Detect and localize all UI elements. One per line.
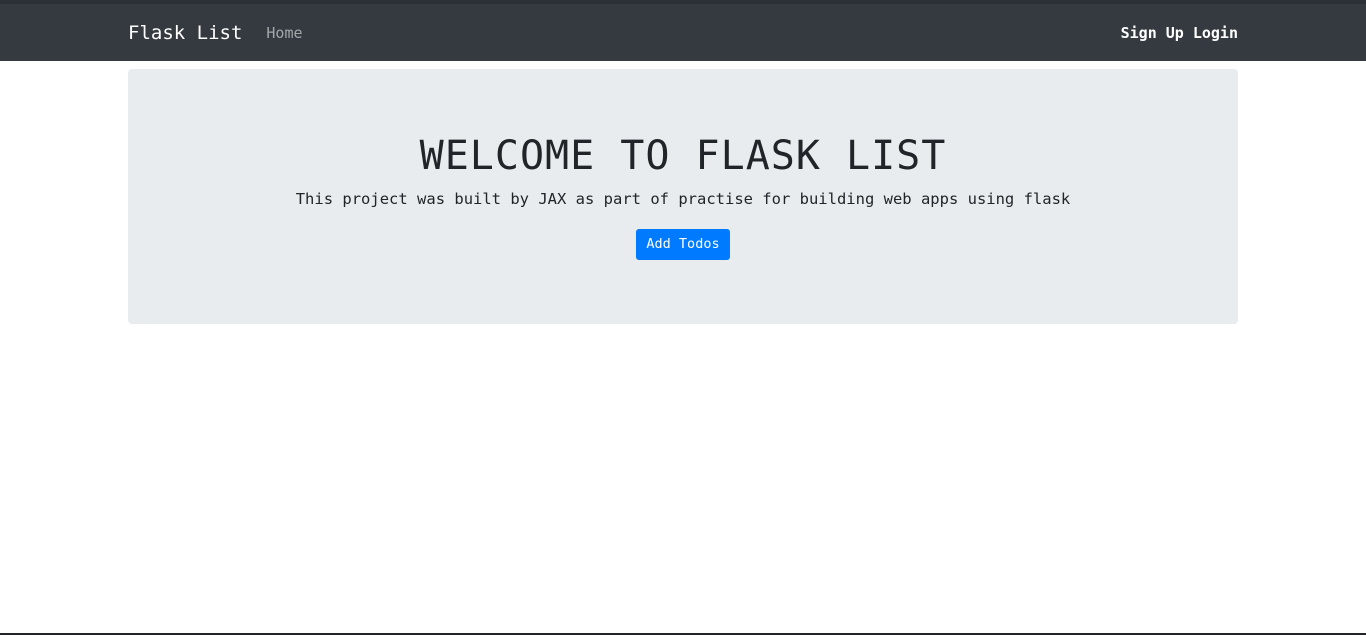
nav-signup-link[interactable]: Sign Up — [1121, 24, 1184, 42]
navbar: Flask List Home Sign Up Login — [0, 0, 1366, 61]
intro-text: This project was built by JAX as part of… — [295, 190, 1071, 208]
navbar-container: Flask List Home Sign Up Login — [128, 4, 1238, 61]
nav-login-link[interactable]: Login — [1193, 24, 1238, 42]
page-title: WELCOME TO FLASK LIST — [419, 133, 947, 179]
navbar-left: Flask List Home — [128, 22, 303, 44]
add-todos-button[interactable]: Add Todos — [636, 229, 730, 260]
navbar-right: Sign Up Login — [1112, 24, 1238, 42]
nav-home-link[interactable]: Home — [266, 24, 302, 42]
brand-link[interactable]: Flask List — [128, 22, 242, 44]
jumbotron: WELCOME TO FLASK LIST This project was b… — [128, 69, 1238, 324]
